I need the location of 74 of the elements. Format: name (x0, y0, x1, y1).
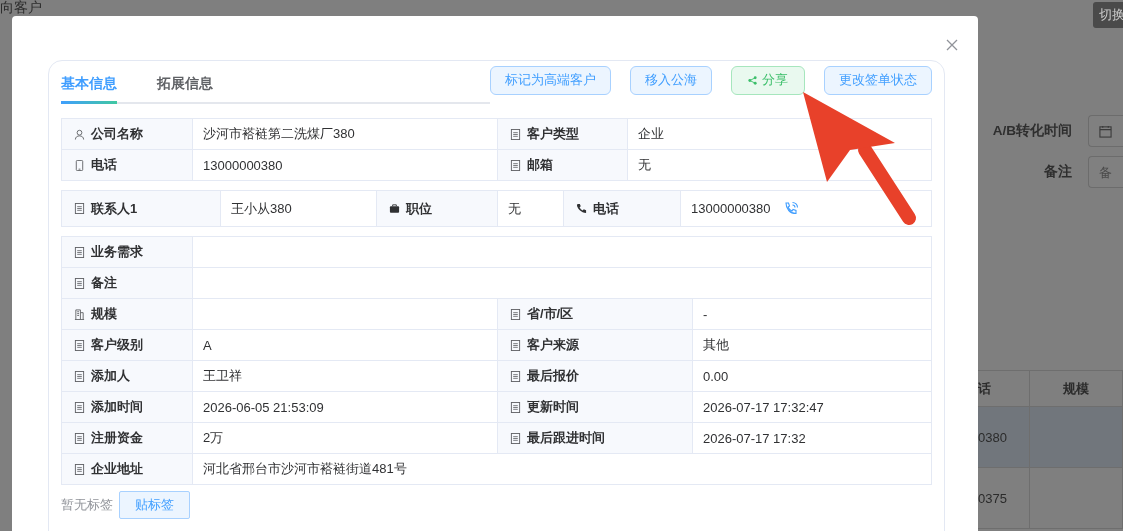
building-icon (74, 308, 85, 320)
tab[interactable]: 基本信息 (61, 75, 117, 104)
field-label: 客户类型 (498, 119, 628, 150)
document-icon (510, 339, 521, 351)
field-label: 客户级别 (62, 330, 193, 361)
mobile-icon (74, 159, 85, 171)
document-icon (510, 432, 521, 444)
field-value: 其他 (693, 330, 932, 361)
share-icon (748, 76, 757, 85)
field-label: 电话 (564, 191, 681, 227)
field-value: 13000000380 (193, 150, 498, 181)
document-icon (510, 308, 521, 320)
field-label: 备注 (62, 268, 193, 299)
date-field[interactable] (1088, 115, 1123, 147)
field-label: 企业地址 (62, 454, 193, 485)
calendar-icon (1099, 124, 1112, 138)
field-value: 河北省邢台市沙河市褡裢街道481号 (193, 454, 932, 485)
table-row[interactable]: 0375 (978, 468, 1123, 529)
field-label: 更新时间 (498, 392, 693, 423)
tab[interactable]: 拓展信息 (157, 75, 213, 104)
field-value: 2026-06-05 21:53:09 (193, 392, 498, 423)
value-text: 无 (508, 199, 521, 218)
empty-tags-text: 暂无标签 (61, 496, 113, 514)
document-icon (74, 401, 85, 413)
field-label: 最后报价 (498, 361, 693, 392)
field-label: 邮箱 (498, 150, 628, 181)
field-label: 业务需求 (62, 237, 193, 268)
add-tag-button[interactable]: 贴标签 (119, 491, 190, 519)
table-row[interactable]: 0380 (978, 407, 1123, 468)
person-icon (74, 128, 85, 140)
document-icon (510, 159, 521, 171)
filter-label: 备注 (1043, 163, 1072, 181)
action-button[interactable]: 标记为高端客户 (490, 66, 611, 95)
field-value: 沙河市褡裢第二洗煤厂380 (193, 119, 498, 150)
field-label: 公司名称 (62, 119, 193, 150)
field-value: - (693, 299, 932, 330)
document-icon (74, 432, 85, 444)
field-label: 规模 (62, 299, 193, 330)
action-button[interactable]: 更改签单状态 (824, 66, 932, 95)
document-icon (74, 339, 85, 351)
field-label: 添加时间 (62, 392, 193, 423)
document-icon (74, 203, 85, 214)
field-label: 联系人1 (62, 191, 221, 227)
field-value: 2026-07-17 17:32:47 (693, 392, 932, 423)
page-title: 向客户 (0, 0, 42, 17)
value-text: 王小从380 (231, 199, 292, 218)
phone-icon (576, 203, 587, 214)
field-value: 王卫祥 (193, 361, 498, 392)
field-label: 省/市/区 (498, 299, 693, 330)
document-icon (510, 370, 521, 382)
value-text: 13000000380 (691, 201, 771, 216)
close-button[interactable] (946, 39, 958, 51)
field-label: 注册资金 (62, 423, 193, 454)
field-label: 客户来源 (498, 330, 693, 361)
field-label: 添加人 (62, 361, 193, 392)
field-value: 2026-07-17 17:32 (693, 423, 932, 454)
document-icon (74, 370, 85, 382)
field-value: 2万 (193, 423, 498, 454)
document-icon (74, 277, 85, 289)
share-button[interactable]: 分享 (731, 66, 805, 95)
document-icon (510, 128, 521, 140)
document-icon (510, 401, 521, 413)
action-button[interactable]: 移入公海 (630, 66, 712, 95)
document-icon (74, 246, 85, 258)
filter-label: A/B转化时间 (991, 122, 1072, 140)
field-value: A (193, 330, 498, 361)
field-label: 电话 (62, 150, 193, 181)
document-icon (74, 463, 85, 475)
briefcase-icon (389, 203, 400, 214)
field-value: 0.00 (693, 361, 932, 392)
field-label: 职位 (377, 191, 498, 227)
column-header: 规模 (1030, 371, 1123, 406)
field-label: 最后跟进时间 (498, 423, 693, 454)
call-icon[interactable] (782, 200, 799, 217)
